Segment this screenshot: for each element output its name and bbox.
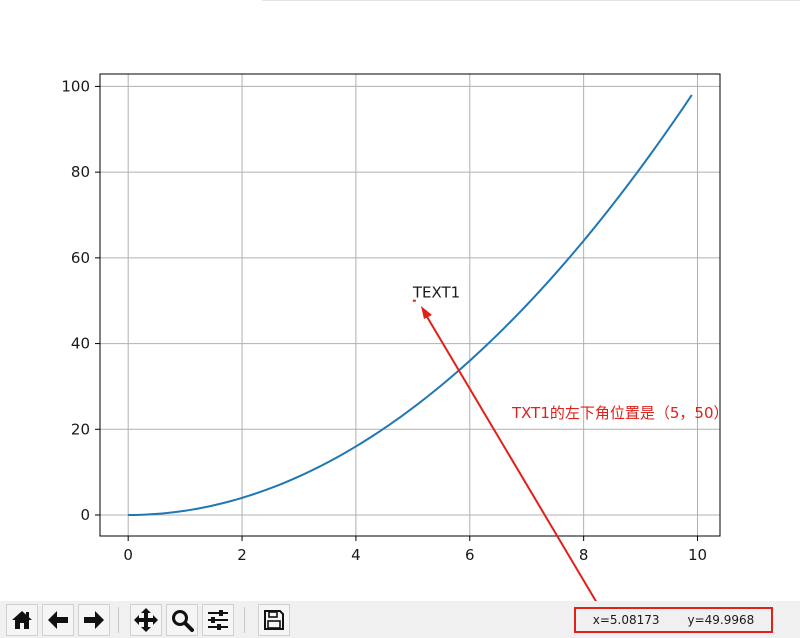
annotation: TEXT1	[412, 284, 460, 302]
home-button[interactable]	[6, 604, 38, 636]
save-button[interactable]	[258, 604, 290, 636]
x-tick-label: 4	[351, 546, 361, 564]
axes: 0 2 4 6 8 10020406080100	[61, 73, 721, 564]
x-tick-label: 6	[465, 546, 475, 564]
figure-window: 0 2 4 6 8 10 0 20 40 60 80 100 TEXT1 TXT1的左下角位置是（5，…	[0, 0, 800, 638]
x-tick-label: 0	[123, 546, 133, 564]
home-icon	[12, 611, 32, 629]
cursor-coordinates: x=5.08173 y=49.9968	[574, 607, 773, 633]
sliders-icon	[208, 610, 228, 630]
y-tick-label: 100	[61, 77, 90, 95]
y-tick-label: 20	[71, 420, 90, 438]
note-text: TXT1的左下角位置是（5，50）	[511, 404, 729, 422]
magnifier-icon	[172, 610, 194, 632]
y-tick-label: 0	[80, 506, 90, 524]
coord-x: x=5.08173	[592, 613, 660, 627]
annotation-text: TEXT1	[412, 284, 460, 302]
annotation-anchor-marker	[412, 299, 416, 302]
configure-subplots-button[interactable]	[202, 604, 234, 636]
y-tick-label: 80	[71, 163, 90, 181]
figure-canvas[interactable]: 0 2 4 6 8 10020406080100 TEXT1 TXT1的左下角位置是（5，…	[0, 0, 800, 638]
arrow-left-icon	[48, 611, 68, 629]
zoom-button[interactable]	[166, 604, 198, 636]
x-tick-label: 2	[237, 546, 247, 564]
y-tick-label: 60	[71, 249, 90, 267]
move-icon	[134, 608, 158, 632]
coord-y: y=49.9968	[687, 613, 755, 627]
back-button[interactable]	[42, 604, 74, 636]
toolbar-separator	[244, 607, 245, 633]
floppy-disk-icon	[264, 610, 284, 630]
x-tick-label: 8	[579, 546, 589, 564]
axes-background	[100, 74, 720, 536]
forward-button[interactable]	[78, 604, 110, 636]
x-tick-label: 10	[688, 546, 707, 564]
pan-button[interactable]	[130, 604, 162, 636]
y-tick-label: 40	[71, 335, 90, 353]
arrow-right-icon	[84, 611, 104, 629]
toolbar-separator	[118, 607, 119, 633]
